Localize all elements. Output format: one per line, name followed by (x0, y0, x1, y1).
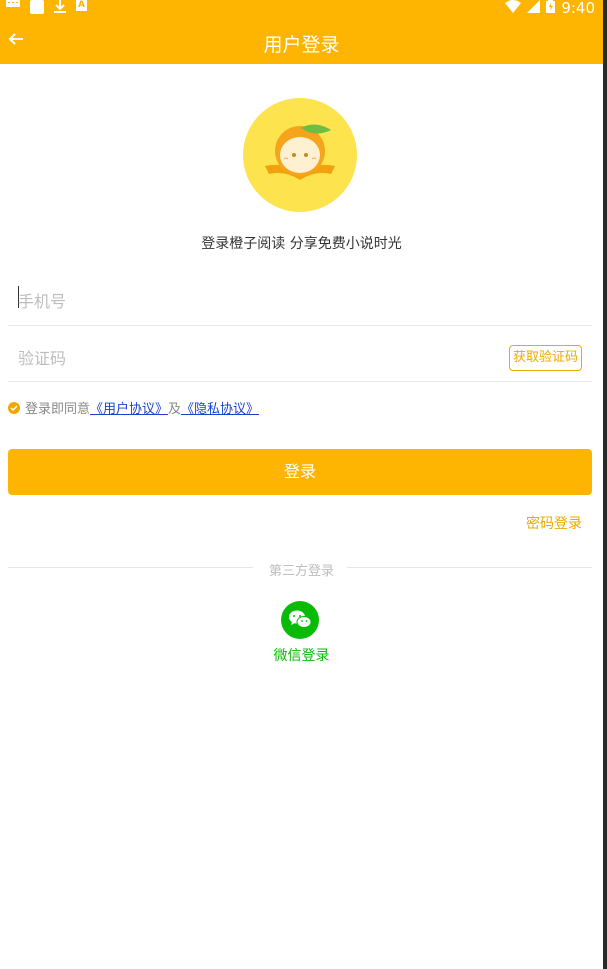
status-left-icons: A (6, 0, 87, 16)
status-time: 9:40 (561, 0, 595, 17)
slogan: 登录橙子阅读 分享免费小说时光 (201, 236, 402, 252)
wechat-login-label[interactable]: 微信登录 (0, 645, 603, 665)
password-login-link[interactable]: 密码登录 (526, 513, 582, 533)
download-icon (54, 0, 66, 16)
agreement-prefix: 登录即同意 (25, 402, 91, 417)
status-bar: A 9:40 (0, 0, 603, 17)
page-title: 用户登录 (263, 34, 340, 56)
phone-input[interactable]: 手机号 (8, 270, 592, 326)
get-code-button[interactable]: 获取验证码 (508, 345, 582, 371)
wechat-login-button[interactable] (281, 601, 319, 639)
third-party-title: 第三方登录 (268, 564, 334, 579)
status-right-icons: 9:40 (505, 0, 595, 17)
agreement-row: 登录即同意 《用户协议》 及 《隐私协议》 (8, 398, 259, 417)
signal-icon (527, 0, 541, 17)
battery-icon (546, 0, 556, 17)
screen-edge (603, 0, 607, 969)
a-icon: A (76, 0, 87, 11)
orange-book-logo (243, 98, 357, 212)
agreement-checkbox[interactable] (8, 401, 20, 414)
wifi-icon (505, 0, 522, 17)
login-button[interactable]: 登录 (8, 449, 592, 495)
verification-code-input[interactable]: 验证码 获取验证码 (8, 327, 592, 382)
keyboard-icon (6, 0, 20, 12)
code-placeholder: 验证码 (18, 349, 67, 368)
wechat-icon (289, 610, 312, 628)
privacy-agreement-link[interactable]: 《隐私协议》 (181, 398, 259, 417)
phone-placeholder: 手机号 (18, 292, 67, 311)
agreement-and: 及 (168, 402, 182, 417)
user-agreement-link[interactable]: 《用户协议》 (90, 398, 168, 417)
sim-icon (30, 0, 44, 14)
app-header: A 9:40 用户登录 (0, 0, 603, 64)
